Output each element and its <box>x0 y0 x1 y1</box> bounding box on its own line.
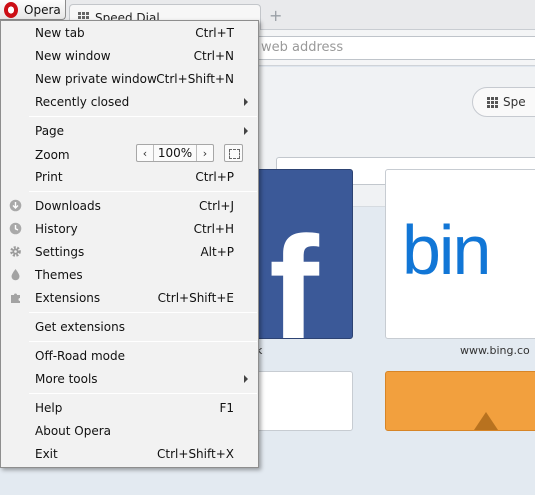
menu-item-new-private-window[interactable]: New private window Ctrl+Shift+N <box>1 68 258 90</box>
menu-item-about-opera[interactable]: About Opera <box>1 420 258 442</box>
submenu-arrow-icon <box>244 98 248 106</box>
menu-item-themes[interactable]: Themes <box>1 264 258 286</box>
menu-separator <box>29 393 257 394</box>
zoom-in-button[interactable]: › <box>196 145 213 161</box>
menu-item-label: More tools <box>35 372 98 386</box>
menu-item-shortcut: Ctrl+J <box>199 199 234 213</box>
menu-item-label: Recently closed <box>35 95 130 109</box>
puzzle-icon <box>11 293 20 303</box>
menu-item-label: New tab <box>35 26 85 40</box>
menu-item-recently-closed[interactable]: Recently closed <box>1 91 258 113</box>
menu-item-label: Themes <box>35 268 83 282</box>
menu-item-label: New window <box>35 49 111 63</box>
zoom-level: 100% <box>157 146 193 160</box>
menu-item-print[interactable]: Print Ctrl+P <box>1 166 258 188</box>
menu-item-label: Print <box>35 170 63 184</box>
menu-item-page[interactable]: Page <box>1 120 258 142</box>
menu-item-help[interactable]: Help F1 <box>1 397 258 419</box>
opera-menu-button[interactable]: Opera <box>0 0 66 20</box>
menu-item-history[interactable]: History Ctrl+H <box>1 218 258 240</box>
speed-dial-toggle-label: Spe <box>503 95 526 109</box>
menu-item-shortcut: F1 <box>219 401 234 415</box>
menu-separator <box>29 312 257 313</box>
opera-menu-label: Opera <box>24 2 61 17</box>
menu-item-off-road-mode[interactable]: Off-Road mode <box>1 345 258 367</box>
submenu-arrow-icon <box>244 127 248 135</box>
menu-item-label: Extensions <box>35 291 101 305</box>
opera-main-menu: New tab Ctrl+T New window Ctrl+N New pri… <box>0 20 259 468</box>
menu-item-label: Page <box>35 124 65 138</box>
menu-item-label: History <box>35 222 78 236</box>
speed-dial-tile-bing[interactable]: bin <box>385 169 535 339</box>
menu-item-label: Off-Road mode <box>35 349 125 363</box>
submenu-arrow-icon <box>244 375 248 383</box>
opera-logo-icon <box>4 1 18 18</box>
drop-icon <box>11 269 20 281</box>
menu-item-settings[interactable]: Settings Alt+P <box>1 241 258 263</box>
menu-item-shortcut: Ctrl+P <box>195 170 234 184</box>
download-icon <box>9 199 22 212</box>
menu-item-zoom: Zoom ‹ 100% › <box>1 144 258 166</box>
menu-separator <box>29 191 257 192</box>
clock-icon <box>9 222 22 235</box>
menu-item-get-extensions[interactable]: Get extensions <box>1 316 258 338</box>
menu-item-shortcut: Ctrl+Shift+E <box>157 291 234 305</box>
menu-item-label: Get extensions <box>35 320 125 334</box>
facebook-logo-icon: f <box>269 205 319 339</box>
menu-item-new-window[interactable]: New window Ctrl+N <box>1 45 258 67</box>
tile-caption-bing: www.bing.co <box>460 344 530 357</box>
menu-item-new-tab[interactable]: New tab Ctrl+T <box>1 22 258 44</box>
zoom-control: ‹ 100% › <box>136 144 214 162</box>
gear-icon <box>10 246 21 257</box>
speed-dial-toggle-button[interactable]: Spe <box>472 87 535 117</box>
menu-item-shortcut: Ctrl+Shift+X <box>157 447 234 461</box>
speed-dial-grid-icon <box>487 96 498 108</box>
menu-item-exit[interactable]: Exit Ctrl+Shift+X <box>1 443 258 465</box>
menu-separator <box>29 116 257 117</box>
tile-logo-icon <box>474 412 498 430</box>
zoom-out-button[interactable]: ‹ <box>137 145 154 161</box>
address-field[interactable]: web address <box>240 36 535 60</box>
menu-item-more-tools[interactable]: More tools <box>1 368 258 390</box>
menu-item-label: New private window <box>35 72 157 86</box>
fullscreen-icon[interactable] <box>224 144 243 162</box>
menu-item-downloads[interactable]: Downloads Ctrl+J <box>1 195 258 217</box>
menu-separator <box>29 341 257 342</box>
menu-item-label: Zoom <box>35 148 70 162</box>
menu-item-label: Help <box>35 401 63 415</box>
menu-item-shortcut: Ctrl+H <box>193 222 234 236</box>
menu-item-label: About Opera <box>35 424 112 438</box>
bing-logo: bin <box>402 211 491 289</box>
menu-item-label: Settings <box>35 245 85 259</box>
menu-item-extensions[interactable]: Extensions Ctrl+Shift+E <box>1 287 258 309</box>
menu-item-shortcut: Ctrl+N <box>193 49 234 63</box>
menu-item-shortcut: Ctrl+Shift+N <box>156 72 234 86</box>
menu-item-label: Exit <box>35 447 58 461</box>
speed-dial-tile[interactable] <box>385 371 535 431</box>
menu-item-label: Downloads <box>35 199 101 213</box>
new-tab-plus-icon[interactable]: + <box>269 6 282 25</box>
menu-item-shortcut: Alt+P <box>200 245 234 259</box>
menu-item-shortcut: Ctrl+T <box>195 26 234 40</box>
